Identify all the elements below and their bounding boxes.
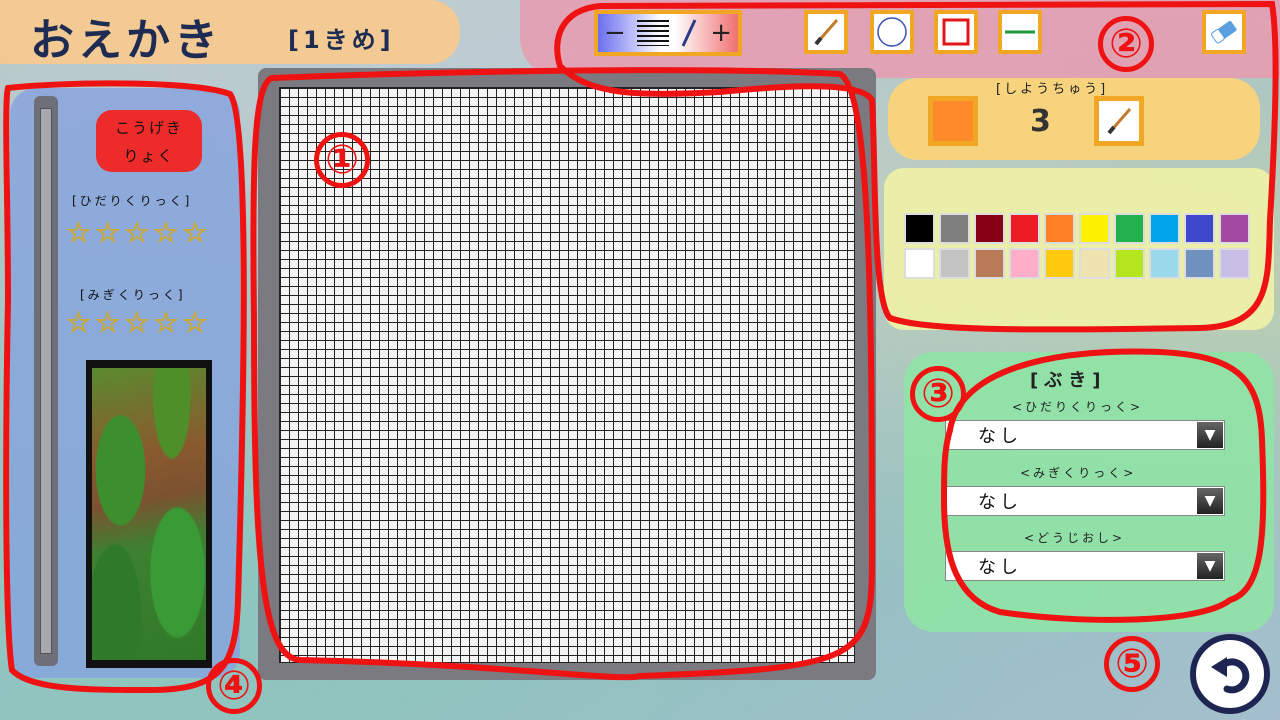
- right-click-label: [みぎくりっく]: [80, 288, 186, 302]
- eraser-icon: [1211, 20, 1237, 44]
- annotation-2: ②: [1098, 16, 1154, 72]
- color-swatch[interactable]: [1149, 248, 1180, 279]
- weapon-preview-image: [92, 368, 206, 660]
- color-swatch[interactable]: [1079, 213, 1110, 244]
- color-swatch[interactable]: [1219, 248, 1250, 279]
- color-swatch[interactable]: [1149, 213, 1180, 244]
- rectangle-tool-button[interactable]: [934, 10, 978, 54]
- annotation-4: ④: [206, 658, 262, 714]
- brush-icon: [1107, 108, 1132, 135]
- weapon-title: [ぶき]: [1030, 370, 1107, 391]
- attack-power-line2: りょく: [123, 147, 175, 165]
- rectangle-icon: [942, 18, 970, 46]
- color-swatch[interactable]: [1184, 213, 1215, 244]
- color-swatch[interactable]: [1009, 248, 1040, 279]
- color-swatch[interactable]: [1114, 248, 1145, 279]
- circle-icon: [877, 17, 907, 47]
- in-use-label: [しようちゅう]: [996, 82, 1109, 97]
- weapon-right-click-label: <みぎくりっく>: [1020, 466, 1137, 480]
- color-palette: [904, 213, 1250, 279]
- color-swatch[interactable]: [974, 248, 1005, 279]
- size-increase-button[interactable]: +: [710, 20, 732, 46]
- right-click-stars: ☆☆☆☆☆: [66, 306, 212, 340]
- weapon-both-click-select[interactable]: なし ▼: [945, 551, 1225, 581]
- circle-tool-button[interactable]: [870, 10, 914, 54]
- chevron-down-icon: ▼: [1197, 422, 1223, 448]
- color-swatch[interactable]: [939, 213, 970, 244]
- undo-arrow-icon: [1211, 657, 1250, 694]
- line-icon: [1005, 30, 1035, 34]
- back-button[interactable]: [1190, 634, 1270, 714]
- attack-power-label: こうげき りょく: [96, 114, 202, 170]
- current-size-value: 3: [1030, 104, 1051, 139]
- weapon-right-click-value: なし: [978, 492, 1022, 513]
- color-swatch[interactable]: [974, 213, 1005, 244]
- attack-power-line1: こうげき: [114, 119, 183, 137]
- pen-icon: [682, 19, 697, 47]
- page-subtitle: [1きめ]: [288, 26, 395, 54]
- color-swatch[interactable]: [1009, 213, 1040, 244]
- size-decrease-button[interactable]: −: [604, 20, 626, 46]
- color-swatch[interactable]: [904, 248, 935, 279]
- brush-size-slider[interactable]: − +: [594, 10, 742, 56]
- color-swatch[interactable]: [1219, 213, 1250, 244]
- weapon-both-click-label: <どうじおし>: [1024, 531, 1126, 545]
- annotation-1: ①: [314, 132, 370, 188]
- annotation-5: ⑤: [1104, 636, 1160, 692]
- page-title: おえかき: [30, 15, 222, 66]
- weapon-left-click-label: <ひだりくりっく>: [1012, 400, 1144, 414]
- weapon-right-click-select[interactable]: なし ▼: [945, 486, 1225, 516]
- color-swatch[interactable]: [1044, 248, 1075, 279]
- current-color-swatch: [928, 96, 978, 146]
- brush-icon: [814, 19, 839, 46]
- color-swatch[interactable]: [1114, 213, 1145, 244]
- eraser-tool-button[interactable]: [1202, 10, 1246, 54]
- left-click-label: [ひだりくりっく]: [72, 194, 193, 208]
- color-swatch[interactable]: [939, 248, 970, 279]
- weapon-left-click-select[interactable]: なし ▼: [945, 420, 1225, 450]
- brush-tool-button[interactable]: [804, 10, 848, 54]
- weapon-both-click-value: なし: [978, 557, 1022, 578]
- chevron-down-icon: ▼: [1197, 488, 1223, 514]
- line-tool-button[interactable]: [998, 10, 1042, 54]
- current-tool-display: [1094, 96, 1144, 146]
- color-swatch[interactable]: [1044, 213, 1075, 244]
- weapon-left-click-value: なし: [978, 426, 1022, 447]
- line-width-icon: [636, 20, 669, 46]
- annotation-3: ③: [910, 366, 966, 422]
- color-swatch[interactable]: [1079, 248, 1110, 279]
- color-swatch[interactable]: [904, 213, 935, 244]
- chevron-down-icon: ▼: [1197, 553, 1223, 579]
- scrollbar-thumb[interactable]: [40, 108, 52, 654]
- left-click-stars: ☆☆☆☆☆: [66, 216, 212, 250]
- color-swatch[interactable]: [1184, 248, 1215, 279]
